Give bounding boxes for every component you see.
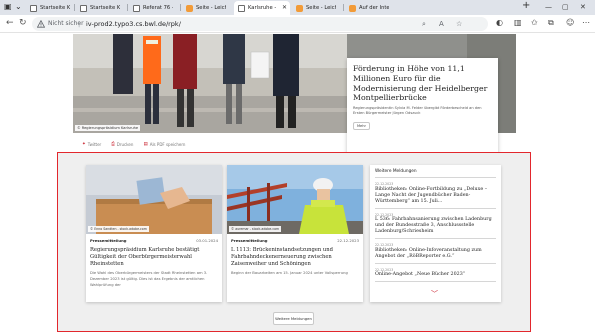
tab-label: Auf der Internetse: [359, 5, 389, 11]
favorite-star-icon[interactable]: ☆: [456, 19, 462, 29]
news-card-image[interactable]: © auremar - stock.adobe.com: [227, 165, 363, 234]
karlsruhe-favicon-icon: [30, 4, 37, 12]
tab-search-icon[interactable]: ⌄: [15, 2, 22, 12]
tab-label: Startseite Karlsru: [90, 5, 120, 11]
tab-divider: [180, 4, 181, 11]
collections-icon[interactable]: ⧉: [548, 18, 554, 28]
new-tab-plus-icon[interactable]: +: [522, 1, 530, 11]
karlsruhe-favicon-icon: [80, 4, 87, 12]
more-news-button[interactable]: Weitere Meldungen: [273, 312, 314, 325]
news-card[interactable]: © Enno Sandten - stock.adobe.com Pressem…: [86, 165, 222, 302]
url-text[interactable]: iv-prod2.typo3.cs.bwl.de/rpk/: [86, 20, 181, 28]
image-credit: © auremar - stock.adobe.com: [229, 226, 282, 232]
card-teaser: Beginn der Bauarbeiten am 15. Januar 202…: [231, 271, 348, 276]
hero-photo-graphic: [73, 34, 347, 133]
util-label: Drucken: [116, 141, 134, 147]
more-news-item[interactable]: 22.12.2023 Bibliotheken: Online-Fortbild…: [375, 178, 496, 209]
orange-favicon-icon: [349, 4, 356, 12]
browser-window: ▣ ⌄ Startseite Karlsru Startseite Karlsr…: [0, 0, 595, 335]
more-news-list: Weitere Meldungen 22.12.2023 Bibliotheke…: [370, 165, 501, 302]
hero-title[interactable]: Förderung in Höhe von 11,1 Millionen Eur…: [353, 64, 492, 103]
card-teaser: Die Wahl des Oberbürgermeisters der Stad…: [90, 271, 208, 287]
tab-label: Referat 76 - Regi: [143, 5, 173, 11]
page-content: © Regierungspräsidium Karlsruhe Förderun…: [0, 34, 595, 335]
print-icon: ⎙: [111, 142, 115, 147]
chevron-down-icon[interactable]: ﹀: [431, 291, 438, 298]
ballot-box-graphic: [86, 165, 222, 234]
hero-description: Regierungspräsidentin Sylvia M. Felder ü…: [353, 106, 482, 116]
karlsruhe-favicon-icon: [133, 4, 140, 12]
item-title[interactable]: Online-Angebot „Neue Bücher 2023“: [375, 272, 496, 278]
card-date: 22.12.2023: [337, 238, 359, 243]
image-credit: © Enno Sandten - stock.adobe.com: [88, 226, 149, 232]
more-news-item[interactable]: 22.12.2023 Bibliotheken: Online-Infovera…: [375, 239, 496, 264]
tab-6[interactable]: Seite - Leichte Sp: [292, 1, 342, 15]
tab-label: Seite - Leichte Sp: [306, 5, 336, 11]
hero-more-button[interactable]: Mehr: [353, 122, 370, 130]
pdf-icon: ▤: [143, 141, 148, 147]
reload-icon[interactable]: ↻: [19, 18, 27, 29]
hero-teaser-card[interactable]: Förderung in Höhe von 11,1 Millionen Eur…: [347, 58, 498, 164]
construction-site-graphic: [227, 165, 363, 234]
more-news-heading: Weitere Meldungen: [375, 169, 496, 178]
tab-label: Seite - Leichte Sp: [196, 5, 226, 11]
browser-toolbar: ← ↻ Nicht sicher | iv-prod2.typo3.cs.bwl…: [0, 15, 595, 33]
more-news-item[interactable]: 22.12.2023 L 536: Fahrbahnsanierung zwis…: [375, 209, 496, 239]
account-icon[interactable]: ☺: [566, 18, 574, 28]
tab-7[interactable]: Auf der Internetse: [345, 1, 397, 15]
zoom-icon[interactable]: ⌕: [422, 19, 426, 29]
close-window-icon[interactable]: ✕: [580, 2, 586, 12]
item-title[interactable]: L 536: Fahrbahnsanierung zwischen Ladenb…: [375, 217, 496, 235]
close-tab-icon[interactable]: ✕: [282, 4, 287, 11]
tab-actions-icon[interactable]: ▣: [4, 2, 12, 12]
card-meta: Pressemitteilung 22.12.2023: [231, 238, 359, 246]
tab-2[interactable]: Startseite Karlsru: [76, 1, 126, 15]
back-arrow-icon[interactable]: ←: [6, 18, 14, 29]
tab-1[interactable]: Startseite Karlsru: [26, 1, 73, 15]
warning-triangle-icon[interactable]: [37, 20, 45, 28]
more-options-icon[interactable]: ⋯: [582, 18, 590, 28]
twitter-icon: ✦: [82, 141, 86, 147]
tab-label: Karlsruhe - Regie: [248, 5, 278, 11]
tab-4[interactable]: Seite - Leichte Sp: [182, 1, 232, 15]
minimize-icon[interactable]: —: [545, 2, 552, 12]
card-title[interactable]: L 1113: Brückeninstandsetzungen und Fahr…: [231, 247, 359, 267]
orange-favicon-icon: [186, 4, 193, 12]
news-section: © Enno Sandten - stock.adobe.com Pressem…: [57, 152, 531, 332]
item-title[interactable]: Bibliotheken: Online-Fortbildung zu „Del…: [375, 187, 496, 205]
photo-credit: © Regierungspräsidium Karlsruhe: [75, 125, 141, 131]
card-category: Pressemitteilung: [90, 238, 127, 243]
card-category: Pressemitteilung: [231, 238, 268, 243]
card-meta: Pressemitteilung 03.01.2024: [90, 238, 218, 246]
util-label: Als PDF speichern: [149, 141, 186, 147]
hero-photo: © Regierungspräsidium Karlsruhe: [73, 34, 347, 133]
karlsruhe-favicon-icon: [238, 4, 245, 12]
favorites-icon[interactable]: ✩: [531, 18, 538, 28]
item-title[interactable]: Bibliotheken: Online-Infoveranstaltung z…: [375, 248, 496, 260]
news-card-image[interactable]: © Enno Sandten - stock.adobe.com: [86, 165, 222, 234]
orange-favicon-icon: [296, 4, 303, 12]
url-separator: |: [78, 20, 81, 28]
twitter-share-link[interactable]: ✦ Twitter: [82, 141, 101, 147]
address-bar[interactable]: Nicht sicher | iv-prod2.typo3.cs.bwl.de/…: [32, 17, 488, 31]
tab-divider: [343, 4, 344, 11]
tab-3[interactable]: Referat 76 - Regi: [129, 1, 179, 15]
page-utility-links: ✦ Twitter ⎙ Drucken ▤ Als PDF speichern: [82, 141, 185, 148]
maximize-icon[interactable]: ▢: [562, 2, 569, 12]
extension-icon[interactable]: ◐: [496, 18, 503, 28]
split-screen-icon[interactable]: ▥: [514, 18, 522, 28]
tab-divider: [127, 4, 128, 11]
news-card[interactable]: © auremar - stock.adobe.com Pressemittei…: [227, 165, 363, 302]
more-news-item[interactable]: 22.12.2023 Online-Angebot „Neue Bücher 2…: [375, 264, 496, 282]
card-title[interactable]: Regierungspräsidium Karlsruhe bestätigt …: [90, 247, 218, 267]
tab-strip: ▣ ⌄ Startseite Karlsru Startseite Karlsr…: [0, 0, 595, 15]
tab-5-active[interactable]: Karlsruhe - Regie ✕: [234, 1, 290, 15]
read-aloud-icon[interactable]: A: [439, 19, 444, 29]
tab-label: Startseite Karlsru: [40, 5, 70, 11]
util-label: Twitter: [87, 141, 102, 147]
print-link[interactable]: ⎙ Drucken: [111, 141, 134, 148]
tab-divider: [74, 4, 75, 11]
save-pdf-link[interactable]: ▤ Als PDF speichern: [143, 141, 185, 147]
card-date: 03.01.2024: [196, 238, 218, 243]
